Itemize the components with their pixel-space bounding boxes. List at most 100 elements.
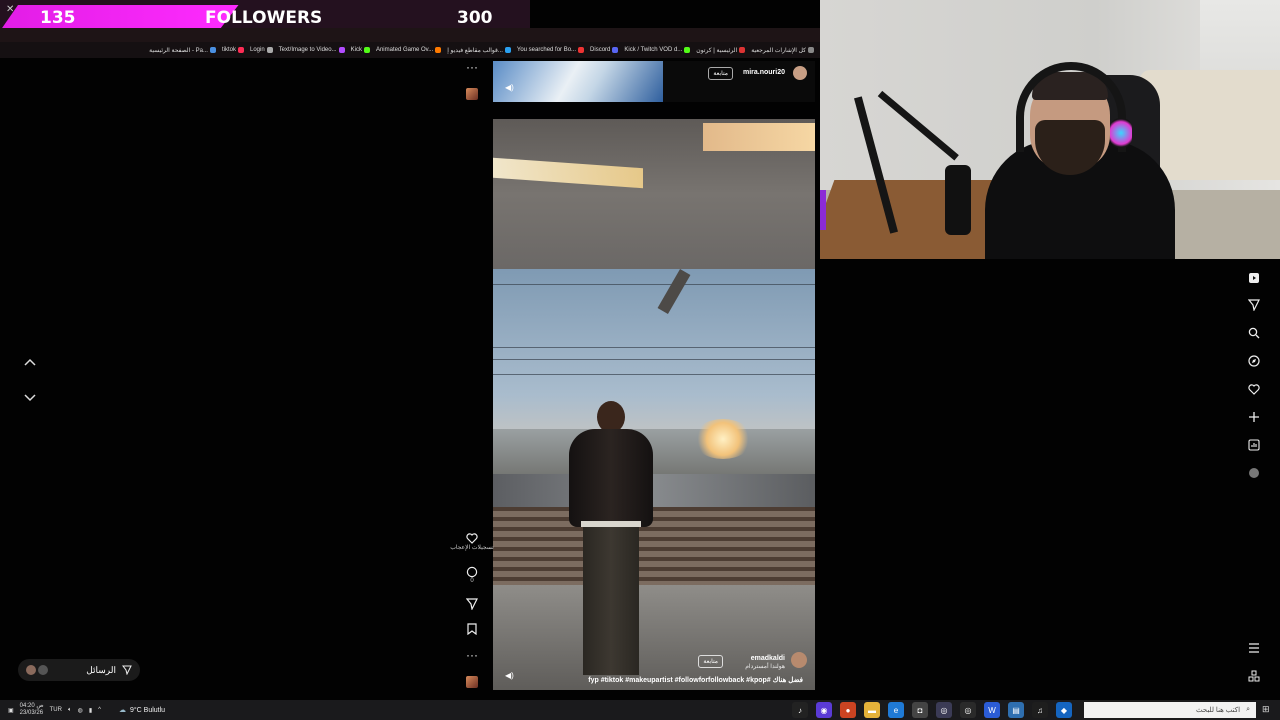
bookmark-label: Login [249,47,265,53]
next-video-button[interactable] [19,387,41,409]
apps-icon [1248,670,1260,682]
chrome-canary-icon[interactable]: ◎ [960,702,976,718]
apps-button[interactable] [1244,666,1264,686]
search-button[interactable] [1244,323,1264,343]
video-wire [493,359,815,360]
browser-tab-strip [0,28,820,42]
bookmark-item[interactable]: tiktok [222,47,244,53]
like-button[interactable]: تسجيلات الإعجاب [450,533,494,551]
comment-icon [466,566,478,578]
taskbar-clock[interactable]: ص 04:20 23/03/26 [20,703,44,717]
chrome-app-icon[interactable]: ◎ [936,702,952,718]
sound-thumbnail[interactable] [466,676,478,688]
bookmark-label: Discord [590,47,611,53]
tiktok-live-icon[interactable]: ♫ [1032,702,1048,718]
avatar[interactable] [791,652,807,668]
profile-button[interactable] [1244,463,1264,483]
bookmark-item[interactable]: Kick / Twitch VOD d... [624,47,691,53]
bookmark-item[interactable]: Discord [590,47,619,53]
windows-start-icon[interactable]: ⊞ [1262,704,1270,715]
previous-video-card[interactable]: ◀) متابعة mira.nouri20 [493,61,815,102]
notifications-button[interactable] [1244,379,1264,399]
tiktok-app-icon[interactable]: ♪ [792,702,808,718]
video-location[interactable]: هولندا أمستردام [745,663,785,670]
bookmark-item[interactable]: Text/Image to Video... [279,47,345,53]
explore-button[interactable] [1244,351,1264,371]
message-avatars [26,665,80,675]
send-icon [1248,299,1260,311]
remote-app-icon[interactable]: ▤ [1008,702,1024,718]
mic-icon[interactable]: ▮ [89,707,92,714]
video-caption[interactable]: fyp #tiktok #makeupartist #followforfoll… [493,676,809,684]
bookmark-favicon-icon [612,47,619,53]
bookmark-item[interactable]: الصفحة الرئيسية - Pa... [149,47,216,54]
bookmark-favicon-icon [739,47,746,53]
share-button[interactable] [462,598,482,610]
follow-button[interactable]: متابعة [708,67,733,80]
language-indicator[interactable]: TUR [50,707,62,713]
webcam-rgb-light [820,190,826,230]
bookmark-item[interactable]: قوالب مقاطع فيديو إ... [447,47,511,54]
bookmark-item[interactable]: Kick [351,47,370,53]
cloud-icon: ☁ [118,707,126,714]
avatar[interactable] [793,66,807,80]
recorder-app-icon[interactable]: ● [840,702,856,718]
screen: ✕ 135 FOLLOWERS 300 كل الإشارات المرجعية… [0,0,1280,720]
search-icon: ⌕ [1246,706,1250,713]
edge-app-icon[interactable]: e [888,702,904,718]
search-placeholder: اكتب هنا للبحث [1196,707,1241,714]
volume-icon[interactable]: 🔈︎ [68,707,72,714]
mute-icon[interactable]: ◀) [505,83,514,92]
bookmark-favicon-icon [808,47,814,53]
sound-thumbnail[interactable] [466,88,478,100]
bookmark-item[interactable]: Animated Game Ov... [375,47,442,53]
video-username[interactable]: emadkaldi [751,655,785,662]
previous-video-header [663,61,815,102]
video-username[interactable]: mira.nouri20 [743,69,785,76]
previous-video-button[interactable] [19,351,41,373]
likes-label: تسجيلات الإعجاب [450,545,494,551]
word-app-icon[interactable]: W [984,702,1000,718]
video-person [561,401,661,681]
messages-button[interactable]: الرسائل [18,659,140,681]
weather-text: 9°C Bulutlu [129,706,166,714]
video-wire [493,284,815,285]
network-icon[interactable]: ◍ [78,707,83,714]
stats-icon [1248,439,1260,451]
webcam-feed [820,0,1280,259]
camera-app-icon[interactable]: ◘ [912,702,928,718]
bookmark-item[interactable]: You searched for Bo... [517,47,585,53]
weather-widget[interactable]: ☁ 9°C Bulutlu [118,706,166,715]
bookmark-item[interactable]: Login [250,47,273,53]
more-options-button[interactable]: ··· [462,648,482,662]
desktop-icon[interactable]: ▣ [8,707,14,714]
bookmark-favicon-icon [578,47,585,53]
more-options-button[interactable]: ··· [462,60,482,74]
folder-icon[interactable]: ▬ [864,702,880,718]
video-person-legs [583,525,639,675]
bookmark-label: Text/Image to Video... [278,47,337,53]
messages-rail-button[interactable] [1244,295,1264,315]
bookmark-item[interactable]: الرئيسية | كرتون [696,47,746,54]
chevron-up-icon[interactable]: ^ [98,707,101,713]
bookmark-item[interactable]: كل الإشارات المرجعية [751,47,814,54]
taskbar: ▣ ص 04:20 23/03/26 TUR 🔈︎ ◍ ▮ ^ ☁ 9°C Bu… [0,700,1280,720]
dashboard-button[interactable] [1244,435,1264,455]
create-button[interactable] [1244,407,1264,427]
bookmark-label: الرئيسية | كرتون [696,47,738,54]
clock-date: 23/03/26 [19,710,44,716]
bookmark-button[interactable] [462,623,482,635]
vpn-app-icon[interactable]: ◆ [1056,702,1072,718]
obs-app-icon[interactable]: ◉ [816,702,832,718]
bookmark-favicon-icon [435,47,442,53]
comment-button[interactable]: 0 [462,566,482,584]
home-button[interactable] [1244,268,1264,288]
bookmark-label: Animated Game Ov... [375,47,434,53]
taskbar-search[interactable]: اكتب هنا للبحث ⌕ [1084,702,1256,718]
follow-button[interactable]: متابعة [698,655,723,668]
bookmark-icon [467,623,477,635]
video-player[interactable]: emadkaldi هولندا أمستردام متابعة ◀) fyp … [493,119,815,690]
close-icon[interactable]: ✕ [6,4,14,15]
menu-button[interactable] [1244,638,1264,658]
video-roof-light [703,123,815,151]
